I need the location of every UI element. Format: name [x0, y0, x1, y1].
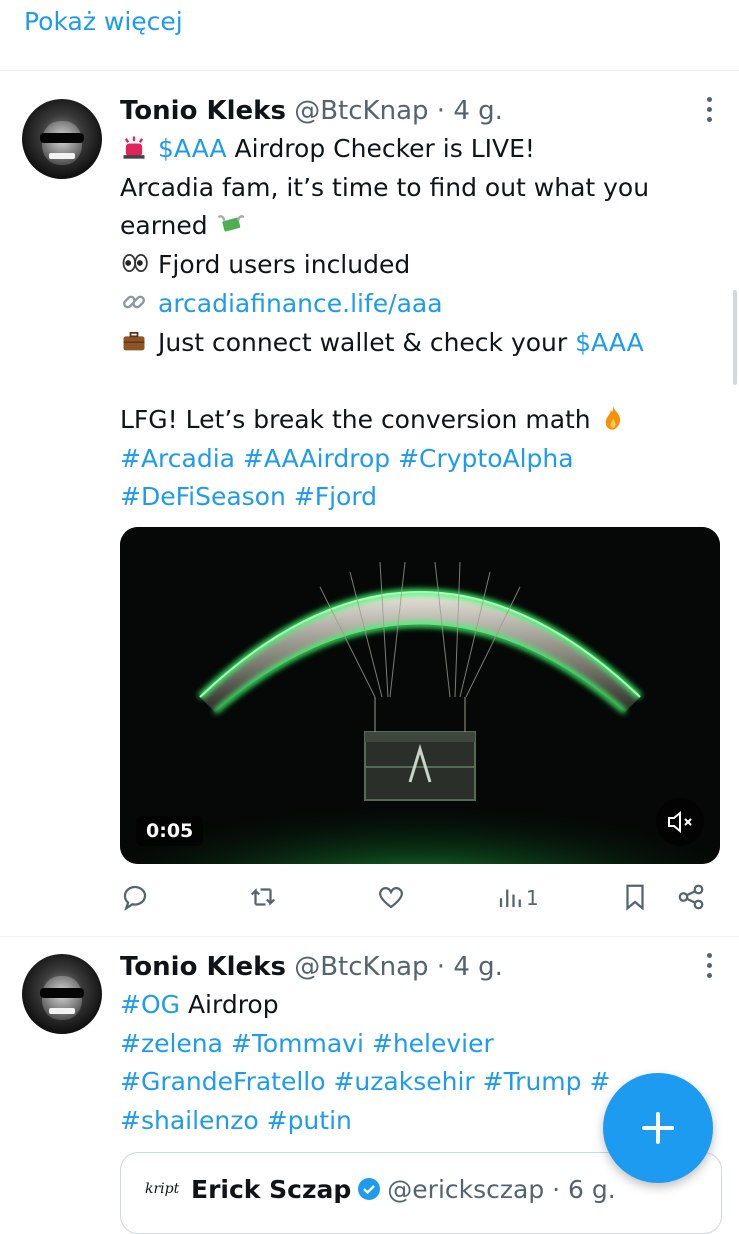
author-handle[interactable]: @BtcKnap — [294, 952, 428, 982]
author-name[interactable]: Tonio Kleks — [120, 96, 286, 126]
author-handle[interactable]: @BtcKnap — [294, 96, 428, 126]
cashtag-link[interactable]: $AAA — [575, 328, 644, 357]
tweet-line: #OG Airdrop — [120, 986, 720, 1025]
tweet-text-span: earned — [120, 211, 216, 241]
tweet-actions: 1 — [120, 880, 720, 920]
hashtag-link[interactable]: #zelena #Tommavi #helevier — [120, 1029, 494, 1058]
tweet-text: $AAA Airdrop Checker is LIVE! Arcadia fam… — [120, 130, 720, 517]
retweet-icon — [250, 888, 276, 906]
tweet-line: #zelena #Tommavi #helevier — [120, 1025, 720, 1064]
compose-button[interactable] — [603, 1073, 713, 1183]
bookmark-icon — [626, 884, 644, 911]
share-icon — [678, 884, 704, 910]
quoted-avatar: kript — [145, 1181, 180, 1197]
tweet-line: arcadiafinance.life/aaa — [120, 285, 720, 324]
video-player[interactable]: 0:05 — [120, 527, 720, 864]
siren-icon — [120, 133, 148, 161]
hashtag-link[interactable]: #OG — [120, 990, 180, 1019]
divider — [0, 936, 739, 937]
tweet-line: $AAA Airdrop Checker is LIVE! — [120, 130, 720, 169]
tweet-time[interactable]: 4 g. — [453, 952, 503, 982]
tweet-text-span: Arcadia fam, it’s time to find out what … — [120, 172, 650, 202]
tweet-line: #Arcadia #AAAirdrop #CryptoAlpha — [120, 440, 720, 479]
more-options-icon[interactable] — [703, 92, 715, 132]
views-icon — [499, 889, 521, 907]
tweet-line: #DeFiSeason #Fjord — [120, 478, 720, 517]
like-button[interactable] — [376, 882, 406, 918]
parachute-crate-image — [120, 527, 720, 864]
tweet-text-span: Fjord users included — [158, 250, 411, 280]
tweet-header: Tonio Kleks @BtcKnap · 4 g. — [120, 96, 503, 126]
hashtag-link[interactable]: #GrandeFratello #uzaksehir #Trump # — [120, 1067, 610, 1096]
share-button[interactable] — [676, 882, 706, 918]
tweet-line: Just connect wallet & check your $AAA — [120, 324, 720, 363]
mute-button[interactable] — [656, 798, 704, 846]
show-more-link[interactable]: Pokaż więcej — [24, 2, 183, 42]
avatar[interactable] — [22, 954, 102, 1034]
video-timestamp: 0:05 — [136, 816, 204, 846]
tweet-line: Fjord users included — [120, 246, 720, 285]
hashtag-link[interactable]: #Arcadia #AAAirdrop #CryptoAlpha — [120, 444, 574, 473]
hashtag-link[interactable]: #shailenzo #putin — [120, 1106, 352, 1135]
tweet-time[interactable]: 4 g. — [453, 96, 503, 126]
tweet-header: Tonio Kleks @BtcKnap · 4 g. — [120, 952, 503, 982]
tweet-text-span: Just connect wallet & check your — [158, 327, 576, 357]
verified-badge-icon — [358, 1178, 381, 1200]
views-count: 1 — [526, 886, 539, 910]
author-name[interactable]: Tonio Kleks — [120, 952, 286, 982]
fire-icon — [599, 404, 627, 432]
tweet-text-span: Airdrop Checker is LIVE! — [226, 134, 535, 163]
avatar[interactable] — [22, 99, 102, 179]
reply-icon — [123, 885, 147, 911]
tweet-line: Arcadia fam, it’s time to find out what … — [120, 169, 720, 208]
eyes-icon — [120, 249, 148, 277]
bookmark-button[interactable] — [620, 882, 650, 918]
divider — [0, 70, 739, 71]
scrollbar[interactable] — [733, 290, 737, 385]
link-icon — [120, 288, 148, 316]
reply-button[interactable] — [120, 882, 150, 918]
url-link[interactable]: arcadiafinance.life/aaa — [158, 289, 443, 318]
views-button[interactable]: 1 — [496, 882, 556, 918]
briefcase-icon — [120, 327, 148, 355]
tweet-line: earned — [120, 207, 720, 246]
money-wings-icon — [216, 210, 245, 238]
tweet-line: LFG! Let’s break the conversion math — [120, 401, 720, 440]
tweet-text-span: LFG! Let’s break the conversion math — [120, 404, 599, 434]
like-icon — [378, 886, 404, 909]
tweet-text-span: Airdrop — [180, 990, 279, 1019]
tweet-line — [120, 362, 720, 401]
speaker-muted-icon — [668, 810, 692, 834]
retweet-button[interactable] — [248, 882, 278, 918]
hashtag-link[interactable]: #DeFiSeason #Fjord — [120, 482, 377, 511]
cashtag-link[interactable]: $AAA — [158, 134, 227, 163]
more-options-icon[interactable] — [703, 948, 715, 988]
